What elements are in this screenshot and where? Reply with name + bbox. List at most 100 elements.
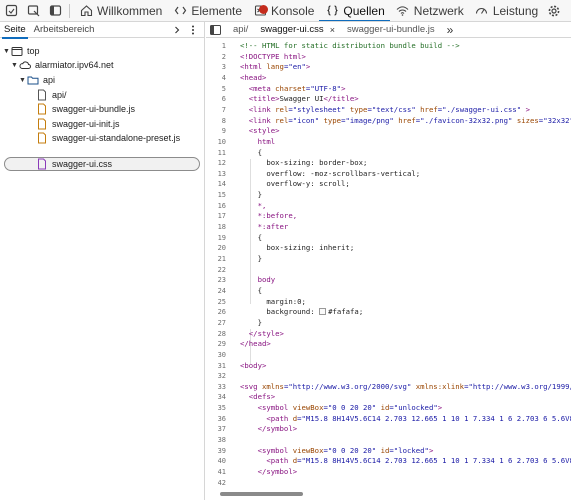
code-token: ="http://www.w3.org/1999/x (464, 381, 571, 391)
tree-node-label: top (27, 46, 40, 56)
tab-console-label: Konsole (271, 3, 315, 18)
tab-performance[interactable]: Leistung (469, 0, 543, 21)
line-number: 39 (217, 446, 226, 455)
scrollbar-thumb[interactable] (220, 492, 303, 496)
code-line: <symbol viewBox="0 0 20 20" id="unlocked… (240, 403, 443, 413)
device-emulation-icon[interactable] (0, 0, 22, 21)
code-token: ="M15.8 8H14V5.6C14 2.703 12.665 1 10 1 … (297, 413, 571, 423)
expand-triangle-icon[interactable]: ▼ (18, 77, 27, 84)
sidebar-toggle-icon[interactable] (44, 0, 66, 21)
code-token: > (305, 62, 311, 72)
line-number: 35 (217, 404, 226, 413)
tree-node-top[interactable]: ▼ top (2, 44, 40, 58)
line-number: 42 (217, 478, 226, 487)
line-number: 23 (217, 276, 226, 285)
code-token: <link (240, 104, 276, 114)
line-number: 5 (221, 84, 226, 93)
tree-node-label: alarmiator.ipv64.net (35, 60, 114, 70)
code-token: margin:0; (240, 296, 306, 306)
tab-welcome-label: Willkommen (97, 3, 163, 18)
tree-node-api-file[interactable]: api/ (36, 88, 67, 102)
tree-node-swagger-css[interactable]: swagger-ui.css (36, 157, 112, 171)
navigator-panel: Seite Arbeitsbereich ▼ top ▼ alarmiator.… (0, 22, 205, 500)
chevron-right-icon[interactable] (170, 22, 184, 38)
tree-node-bundle-js[interactable]: swagger-ui-bundle.js (36, 102, 135, 116)
tree-node-api-folder[interactable]: ▼ api (18, 73, 55, 87)
tab-elements[interactable]: Elemente (167, 0, 247, 21)
expand-triangle-icon[interactable]: ▼ (10, 62, 19, 69)
code-token: ="0 0 20 20" (323, 445, 381, 455)
more-tabs-icon[interactable]: » (441, 22, 460, 37)
tab-page-label: Seite (4, 24, 26, 35)
line-number: 32 (217, 372, 226, 381)
tab-console[interactable]: Konsole (247, 0, 319, 21)
code-token: <svg (240, 381, 262, 391)
code-token: { (240, 232, 262, 242)
code-line: <!-- HTML for static distribution bundle… (240, 41, 460, 50)
line-number: 9 (221, 127, 226, 136)
code-token: viewBox (292, 445, 324, 455)
house-icon (78, 3, 94, 19)
tree-node-label: api (43, 75, 56, 85)
editor-tab-bundle-js[interactable]: swagger-ui-bundle.js (341, 22, 441, 37)
code-token: type (323, 115, 342, 125)
code-token: viewBox (292, 403, 324, 413)
tree-node-init-js[interactable]: swagger-ui-init.js (36, 117, 120, 131)
settings-gear-icon[interactable] (543, 0, 565, 21)
code-line: <svg xmlns="http://www.w3.org/2000/svg" … (240, 382, 571, 391)
more-options-icon[interactable] (186, 22, 200, 38)
code-token: { (240, 285, 262, 295)
code-token: href (420, 104, 438, 114)
horizontal-scrollbar[interactable] (216, 490, 571, 498)
code-token: <defs> (240, 392, 276, 402)
tab-welcome[interactable]: Willkommen (73, 0, 167, 21)
line-number: 1 (221, 42, 226, 50)
tab-sources[interactable]: Quellen (319, 0, 391, 21)
code-token: > (341, 83, 346, 93)
code-token: ="image/png" (341, 115, 399, 125)
editor-sidebar-toggle-icon[interactable] (206, 22, 227, 37)
tab-network[interactable]: Netzwerk (390, 0, 469, 21)
code-line: overflow: -moz-scrollbars-vertical; (240, 169, 420, 178)
devtools-window: Willkommen Elemente Konsole Quellen Netz… (0, 0, 571, 500)
expand-triangle-icon[interactable]: ▼ (2, 48, 11, 55)
code-token: ="icon" (288, 115, 324, 125)
line-number: 3 (221, 63, 226, 72)
copy-icon[interactable] (565, 0, 571, 21)
line-number: 21 (217, 255, 226, 263)
editor-tab-swagger-css[interactable]: swagger-ui.css × (254, 22, 341, 37)
editor-tab-label: swagger-ui-bundle.js (346, 24, 435, 35)
line-number: 17 (217, 212, 226, 221)
error-badge (259, 4, 269, 14)
code-token: <!-- HTML for static distribution bundle… (240, 41, 460, 50)
js-file-icon (36, 132, 48, 144)
code-token: body (240, 275, 276, 285)
code-token: <link (240, 115, 276, 125)
code-token: box-sizing: inherit; (240, 243, 355, 253)
tab-workspace[interactable]: Arbeitsbereich (30, 22, 99, 38)
tree-node-domain[interactable]: ▼ alarmiator.ipv64.net (10, 58, 114, 72)
close-tab-icon[interactable]: × (330, 25, 335, 35)
tree-node-label: swagger-ui-standalone-preset.js (52, 133, 181, 143)
line-number: 16 (217, 201, 226, 210)
line-number: 36 (217, 414, 226, 423)
code-token: overflow: -moz-scrollbars-vertical; (240, 168, 421, 178)
wifi-icon (395, 3, 411, 19)
code-token: <body> (240, 360, 267, 370)
code-token: > (521, 104, 531, 114)
tab-page[interactable]: Seite (0, 22, 30, 39)
color-swatch[interactable] (319, 308, 327, 316)
line-number: 10 (217, 137, 226, 146)
code-token: </symbol> (240, 467, 298, 476)
devtools-toolbar: Willkommen Elemente Konsole Quellen Netz… (0, 0, 571, 22)
code-line: } (240, 254, 262, 263)
line-number: 29 (217, 340, 226, 349)
tree-node-preset-js[interactable]: swagger-ui-standalone-preset.js (36, 131, 180, 145)
editor-tabs: api/ swagger-ui.css × swagger-ui-bundle.… (206, 22, 571, 38)
code-line: *, (240, 201, 267, 210)
code-area[interactable]: 1 <!-- HTML for static distribution bundl… (206, 39, 571, 489)
code-token: <head> (240, 72, 267, 82)
editor-tab-api[interactable]: api/ (227, 22, 254, 37)
code-token: background: (240, 307, 320, 317)
inspect-icon[interactable] (22, 0, 44, 21)
